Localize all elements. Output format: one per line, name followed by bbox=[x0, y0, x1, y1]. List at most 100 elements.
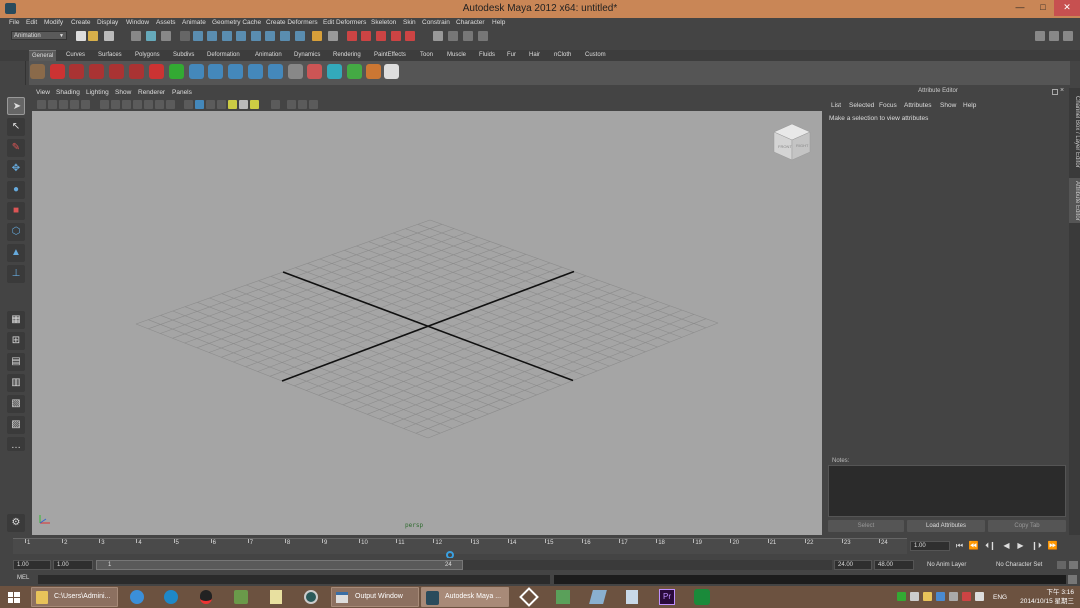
close-panel-icon[interactable]: × bbox=[1060, 87, 1064, 94]
menu-constrain[interactable]: Constrain bbox=[422, 19, 450, 26]
panel-menu-panels[interactable]: Panels bbox=[172, 89, 192, 96]
help-question-icon[interactable] bbox=[295, 31, 305, 41]
shelf-tab-subdivs[interactable]: Subdivs bbox=[170, 50, 197, 61]
show-manipulator-tool[interactable]: ⊥ bbox=[7, 265, 25, 283]
safe-title-icon[interactable] bbox=[155, 100, 164, 109]
mask-dynamics-icon[interactable] bbox=[251, 31, 261, 41]
shelf-tab-curves[interactable]: Curves bbox=[63, 50, 88, 61]
shelf-tool-icon[interactable] bbox=[327, 64, 342, 79]
ae-menu-selected[interactable]: Selected bbox=[849, 102, 874, 109]
step-back-key-button[interactable]: ⏪ bbox=[968, 541, 979, 551]
taskbar-clock[interactable]: 下午 3:16 2014/10/15 星期三 bbox=[1012, 588, 1074, 606]
universal-manipulator-tool[interactable]: ⬡ bbox=[7, 223, 25, 241]
shelf-options-strip[interactable] bbox=[10, 61, 26, 85]
tray-icon[interactable] bbox=[962, 592, 971, 601]
go-to-end-button[interactable]: ⏩ bbox=[1047, 541, 1058, 551]
layout-persp-hypershade[interactable]: ▨ bbox=[7, 416, 25, 434]
mask-handles-icon[interactable] bbox=[180, 31, 190, 41]
shelf-tool-icon[interactable] bbox=[384, 64, 399, 79]
taskbar-app-6[interactable] bbox=[691, 587, 713, 607]
safe-action-icon[interactable] bbox=[144, 100, 153, 109]
shelf-tab-general[interactable]: General bbox=[29, 50, 57, 61]
taskbar-app-3[interactable] bbox=[552, 587, 574, 607]
lock-selection-icon[interactable] bbox=[312, 31, 322, 41]
highlight-selection-icon[interactable] bbox=[328, 31, 338, 41]
menu-animate[interactable]: Animate bbox=[182, 19, 206, 26]
layout-four-view[interactable]: ⊞ bbox=[7, 332, 25, 350]
snap-point-icon[interactable] bbox=[376, 31, 386, 41]
taskbar-unity[interactable] bbox=[518, 587, 540, 607]
script-editor-icon[interactable] bbox=[1068, 575, 1077, 584]
shelf-tab-fur[interactable]: Fur bbox=[504, 50, 519, 61]
shelf-tab-surfaces[interactable]: Surfaces bbox=[95, 50, 125, 61]
layout-more[interactable]: … bbox=[7, 437, 25, 451]
shelf-tab-hair[interactable]: Hair bbox=[526, 50, 543, 61]
shelf-tab-muscle[interactable]: Muscle bbox=[444, 50, 469, 61]
shelf-tool-icon[interactable] bbox=[30, 64, 45, 79]
step-forward-frame-button[interactable]: ❙⏵ bbox=[1031, 541, 1042, 551]
field-chart-icon[interactable] bbox=[133, 100, 142, 109]
current-time-field[interactable]: 1.00 bbox=[910, 541, 950, 551]
copy-tab-button[interactable]: Copy Tab bbox=[988, 520, 1066, 532]
shelf-tab-ncloth[interactable]: nCloth bbox=[551, 50, 574, 61]
maximize-button[interactable]: □ bbox=[1032, 0, 1054, 16]
snap-curve-icon[interactable] bbox=[361, 31, 371, 41]
shelf-tab-custom[interactable]: Custom bbox=[582, 50, 609, 61]
mel-command-input[interactable] bbox=[38, 575, 550, 584]
panel-menu-lighting[interactable]: Lighting bbox=[86, 89, 109, 96]
ipr-render-icon[interactable] bbox=[463, 31, 473, 41]
shelf-help-icon[interactable] bbox=[50, 64, 65, 79]
shelf-tool-icon[interactable] bbox=[69, 64, 84, 79]
xray-icon[interactable] bbox=[217, 100, 226, 109]
playback-end-field[interactable]: 24.00 bbox=[834, 560, 872, 570]
shelf-tab-painteffects[interactable]: PaintEffects bbox=[371, 50, 409, 61]
shelf-tab-polygons[interactable]: Polygons bbox=[132, 50, 163, 61]
wireframe-icon[interactable] bbox=[184, 100, 193, 109]
film-gate-icon[interactable] bbox=[100, 100, 109, 109]
select-button[interactable]: Select bbox=[828, 520, 904, 532]
mask-surfaces-icon[interactable] bbox=[222, 31, 232, 41]
save-scene-icon[interactable] bbox=[104, 31, 114, 41]
ae-menu-show[interactable]: Show bbox=[940, 102, 956, 109]
shelf-tab-toon[interactable]: Toon bbox=[417, 50, 436, 61]
show-attribute-editor-icon[interactable] bbox=[1035, 31, 1045, 41]
step-back-frame-button[interactable]: ⏴❙ bbox=[985, 541, 996, 551]
auto-key-icon[interactable] bbox=[1057, 561, 1066, 569]
shelf-tool-icon[interactable] bbox=[208, 64, 223, 79]
snap-view-plane-icon[interactable] bbox=[391, 31, 401, 41]
render-settings-icon[interactable] bbox=[478, 31, 488, 41]
rotate-tool[interactable]: ● bbox=[7, 181, 25, 199]
camera-attributes-icon[interactable] bbox=[48, 100, 57, 109]
menu-modify[interactable]: Modify bbox=[44, 19, 63, 26]
menu-assets[interactable]: Assets bbox=[156, 19, 176, 26]
taskbar-app[interactable] bbox=[230, 587, 252, 607]
select-object-icon[interactable] bbox=[146, 31, 156, 41]
end-time-field[interactable]: 48.00 bbox=[874, 560, 914, 570]
menu-geometry-cache[interactable]: Geometry Cache bbox=[212, 19, 261, 26]
isolate-select-icon[interactable] bbox=[271, 100, 280, 109]
shelf-sphere-icon[interactable] bbox=[189, 64, 204, 79]
select-component-icon[interactable] bbox=[161, 31, 171, 41]
render-frame-icon[interactable] bbox=[448, 31, 458, 41]
all-lights-icon[interactable] bbox=[239, 100, 248, 109]
select-tool[interactable]: ➤ bbox=[7, 97, 25, 115]
snap-grid-icon[interactable] bbox=[347, 31, 357, 41]
taskbar-ie[interactable] bbox=[126, 587, 148, 607]
menu-file[interactable]: File bbox=[9, 19, 19, 26]
tray-icon[interactable] bbox=[923, 592, 932, 601]
grid-toggle-icon[interactable] bbox=[81, 100, 90, 109]
make-live-icon[interactable] bbox=[405, 31, 415, 41]
ae-menu-help[interactable]: Help bbox=[963, 102, 976, 109]
menu-character[interactable]: Character bbox=[456, 19, 485, 26]
resolution-gate-icon[interactable] bbox=[111, 100, 120, 109]
ae-menu-attributes[interactable]: Attributes bbox=[904, 102, 931, 109]
taskbar-app-5[interactable] bbox=[621, 587, 643, 607]
shelf-tab-rendering[interactable]: Rendering bbox=[330, 50, 364, 61]
taskbar-notepad[interactable] bbox=[265, 587, 287, 607]
shelf-tool-icon[interactable] bbox=[129, 64, 144, 79]
texture-icon[interactable] bbox=[166, 100, 175, 109]
time-slider[interactable]: 1 2 3 4 5 6 7 8 9 10 11 12 13 14 15 16 17 18 19 20 21 22 23 24 bbox=[13, 538, 907, 559]
mask-curves-icon[interactable] bbox=[207, 31, 217, 41]
select-hierarchy-icon[interactable] bbox=[131, 31, 141, 41]
play-forwards-button[interactable]: ▶ bbox=[1015, 541, 1026, 551]
